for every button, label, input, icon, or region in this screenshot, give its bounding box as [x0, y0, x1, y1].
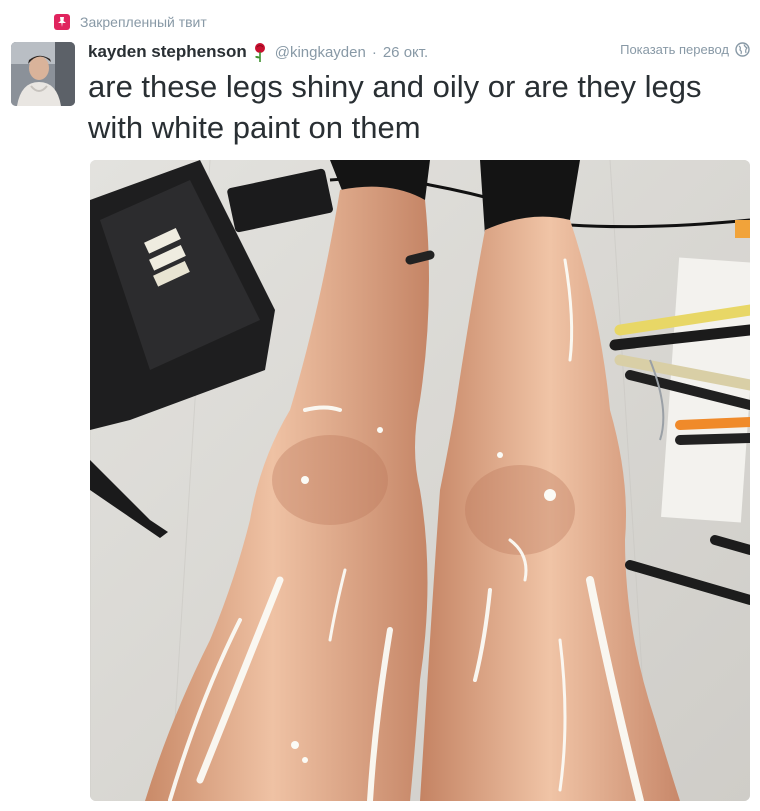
globe-icon — [735, 42, 750, 57]
pinned-indicator: Закрепленный твит — [54, 12, 207, 32]
pin-icon — [54, 14, 70, 30]
translate-button[interactable]: Показать перевод — [620, 42, 750, 57]
display-name[interactable]: kayden stephenson — [88, 42, 247, 62]
separator-dot: · — [371, 43, 377, 61]
timestamp[interactable]: 26 окт. — [383, 44, 428, 61]
pinned-label: Закрепленный твит — [80, 14, 207, 30]
translate-label: Показать перевод — [620, 42, 729, 57]
tweet-text: are these legs shiny and oily or are the… — [88, 69, 702, 145]
tweet-header: kayden stephenson @kingkayden · 26 окт. — [88, 40, 428, 64]
avatar[interactable] — [11, 42, 75, 106]
tweet: Закрепленный твит kayden stephenson @kin… — [0, 0, 760, 811]
screen-name[interactable]: @kingkayden — [275, 44, 366, 61]
tweet-photo[interactable] — [90, 160, 750, 801]
rose-emoji-icon — [253, 42, 267, 62]
